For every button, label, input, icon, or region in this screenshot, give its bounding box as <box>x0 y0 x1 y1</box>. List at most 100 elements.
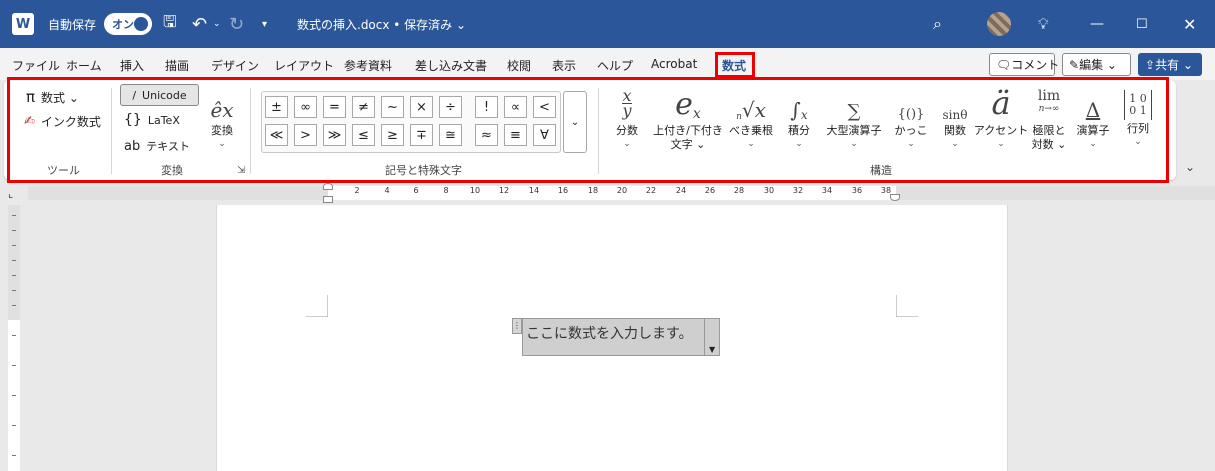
close-icon[interactable]: ✕ <box>1183 0 1196 48</box>
ruler-number: 14 <box>528 186 540 195</box>
conversions-group-label: 変換 <box>161 164 183 177</box>
edit-button[interactable]: ✎ 編集 ⌄ <box>1062 53 1131 76</box>
matrix-icon: 1 00 1 <box>1124 90 1152 120</box>
group-divider <box>250 88 251 174</box>
integral-button[interactable]: ∫ x 積分 ⌄ <box>779 84 819 149</box>
convert-button[interactable]: êx 変換 ⌄ <box>204 84 240 149</box>
limit-log-button[interactable]: lim n→∞ 極限と 対数 ⌄ <box>1028 84 1070 152</box>
tab-acrobat[interactable]: Acrobat <box>651 57 697 71</box>
symbol-tilde[interactable]: ~ <box>381 96 404 118</box>
equation-move-handle[interactable]: ⋮ <box>512 318 522 334</box>
document-title[interactable]: 数式の挿入.docx • 保存済み ⌄ <box>297 0 466 48</box>
symbol-not-equal[interactable]: ≠ <box>352 96 375 118</box>
symbol-greater-than[interactable]: > <box>294 124 317 146</box>
dialog-launcher-icon[interactable]: ⇲ <box>237 165 245 176</box>
ruler-number: 16 <box>557 186 569 195</box>
fraction-button[interactable]: xy 分数 ⌄ <box>607 84 647 149</box>
ink-equation-label: インク数式 <box>40 115 101 129</box>
equation-options-dropdown[interactable]: ▼ <box>704 318 720 356</box>
save-icon[interactable]: 🖫 <box>163 0 177 48</box>
chevron-down-icon: ⌄ <box>907 139 915 149</box>
symbol-greater-equal[interactable]: ≥ <box>381 124 404 146</box>
operator-label: 演算子 <box>1076 124 1110 137</box>
share-button-label: 共有 ⌄ <box>1155 58 1193 72</box>
tab-selector-icon[interactable]: ⌞ <box>8 187 13 200</box>
tab-help[interactable]: ヘルプ <box>597 57 633 74</box>
lightbulb-icon[interactable]: 💡︎ <box>1038 0 1049 48</box>
structures-group-label: 構造 <box>870 164 892 177</box>
ruler-number: 18 <box>587 186 599 195</box>
symbol-proportional[interactable]: ∝ <box>504 96 527 118</box>
accent-button[interactable]: ä アクセント ⌄ <box>973 84 1029 149</box>
symbol-much-less[interactable]: ≪ <box>265 124 288 146</box>
summation-icon: ∑ <box>847 101 861 122</box>
minimize-icon[interactable]: — <box>1090 0 1104 48</box>
chevron-down-icon: ⌄ <box>951 139 959 149</box>
symbol-approx[interactable]: ≈ <box>475 124 498 146</box>
ruler-number: 4 <box>384 186 390 195</box>
symbol-divide[interactable]: ÷ <box>439 96 462 118</box>
tab-home[interactable]: ホーム <box>66 57 102 74</box>
equation-button[interactable]: π 数式 ⌄ <box>26 88 79 106</box>
latex-button[interactable]: {} LaTeX <box>124 112 180 128</box>
symbol-less-than[interactable]: < <box>533 96 556 118</box>
right-indent-marker[interactable] <box>890 194 900 201</box>
undo-dropdown-icon[interactable]: ⌄ <box>213 0 221 48</box>
symbols-more-button[interactable]: ⌄ <box>563 91 587 153</box>
symbol-times[interactable]: × <box>410 96 433 118</box>
comment-button[interactable]: 🗨︎ コメント <box>989 53 1059 76</box>
symbol-less-equal[interactable]: ≤ <box>352 124 375 146</box>
large-operator-button[interactable]: ∑ 大型演算子 ⌄ <box>821 84 887 149</box>
tab-mailings[interactable]: 差し込み文書 <box>415 57 487 74</box>
tab-design[interactable]: デザイン <box>211 57 259 74</box>
symbol-equals[interactable]: = <box>323 96 346 118</box>
ink-equation-button[interactable]: ✍︎ インク数式 <box>24 113 101 130</box>
share-button[interactable]: ⇪ 共有 ⌄ <box>1138 53 1202 76</box>
tab-highlight-box <box>715 52 755 78</box>
operator-button[interactable]: Δ 演算子 ⌄ <box>1072 84 1114 149</box>
tab-layout[interactable]: レイアウト <box>274 57 334 74</box>
maximize-icon[interactable]: ☐ <box>1136 0 1148 48</box>
redo-icon[interactable]: ↻ <box>229 0 244 48</box>
symbol-identical[interactable]: ≡ <box>504 124 527 146</box>
tab-insert[interactable]: 挿入 <box>120 57 144 74</box>
first-line-indent-marker[interactable] <box>323 183 333 190</box>
radical-button[interactable]: n √x べき乗根 ⌄ <box>728 84 774 149</box>
undo-icon[interactable]: ↶ <box>192 0 207 48</box>
symbol-infinity[interactable]: ∞ <box>294 96 317 118</box>
left-indent-marker[interactable] <box>323 196 333 203</box>
ribbon-collapse-icon[interactable]: ⌄ <box>1185 160 1195 174</box>
bracket-button[interactable]: {()} かっこ ⌄ <box>890 84 932 149</box>
symbol-for-all[interactable]: ∀ <box>533 124 556 146</box>
avatar[interactable] <box>987 12 1011 36</box>
symbol-plus-minus[interactable]: ± <box>265 96 288 118</box>
accent-label: アクセント <box>973 124 1029 137</box>
tab-file[interactable]: ファイル <box>12 57 60 74</box>
tab-references[interactable]: 参考資料 <box>344 57 392 74</box>
symbol-much-greater[interactable]: ≫ <box>323 124 346 146</box>
ruler-tick <box>12 215 16 216</box>
text-button[interactable]: ab テキスト <box>124 138 190 154</box>
tab-draw[interactable]: 描画 <box>165 57 189 74</box>
tab-view[interactable]: 表示 <box>552 57 576 74</box>
search-icon[interactable]: ⌕ <box>933 0 942 48</box>
symbol-congruent[interactable]: ≅ <box>439 124 462 146</box>
customize-toolbar-icon[interactable]: ▾ <box>262 0 267 48</box>
equation-placeholder-text[interactable]: ここに数式を入力します。 <box>526 323 693 343</box>
ruler-tick <box>12 455 16 456</box>
script-button[interactable]: ex 上付き/下付き 文字 ⌄ <box>650 84 726 152</box>
ruler-number: 38 <box>880 186 892 195</box>
integral-label: 積分 <box>788 124 810 137</box>
chevron-down-icon: ⌄ <box>218 139 226 149</box>
symbol-minus-plus[interactable]: ∓ <box>410 124 433 146</box>
unicode-button[interactable]: / Unicode <box>120 84 199 106</box>
symbol-factorial[interactable]: ! <box>475 96 498 118</box>
chevron-down-icon: ⌄ <box>623 139 631 149</box>
autosave-toggle[interactable]: オン <box>104 13 152 35</box>
tab-review[interactable]: 校閲 <box>507 57 531 74</box>
superscript-icon: ex <box>675 87 701 122</box>
function-button[interactable]: sinθ 関数 ⌄ <box>934 84 976 149</box>
matrix-button[interactable]: 1 00 1 行列 ⌄ <box>1118 84 1158 147</box>
fraction-label: 分数 <box>616 124 638 137</box>
ab-icon: ab <box>124 138 141 154</box>
